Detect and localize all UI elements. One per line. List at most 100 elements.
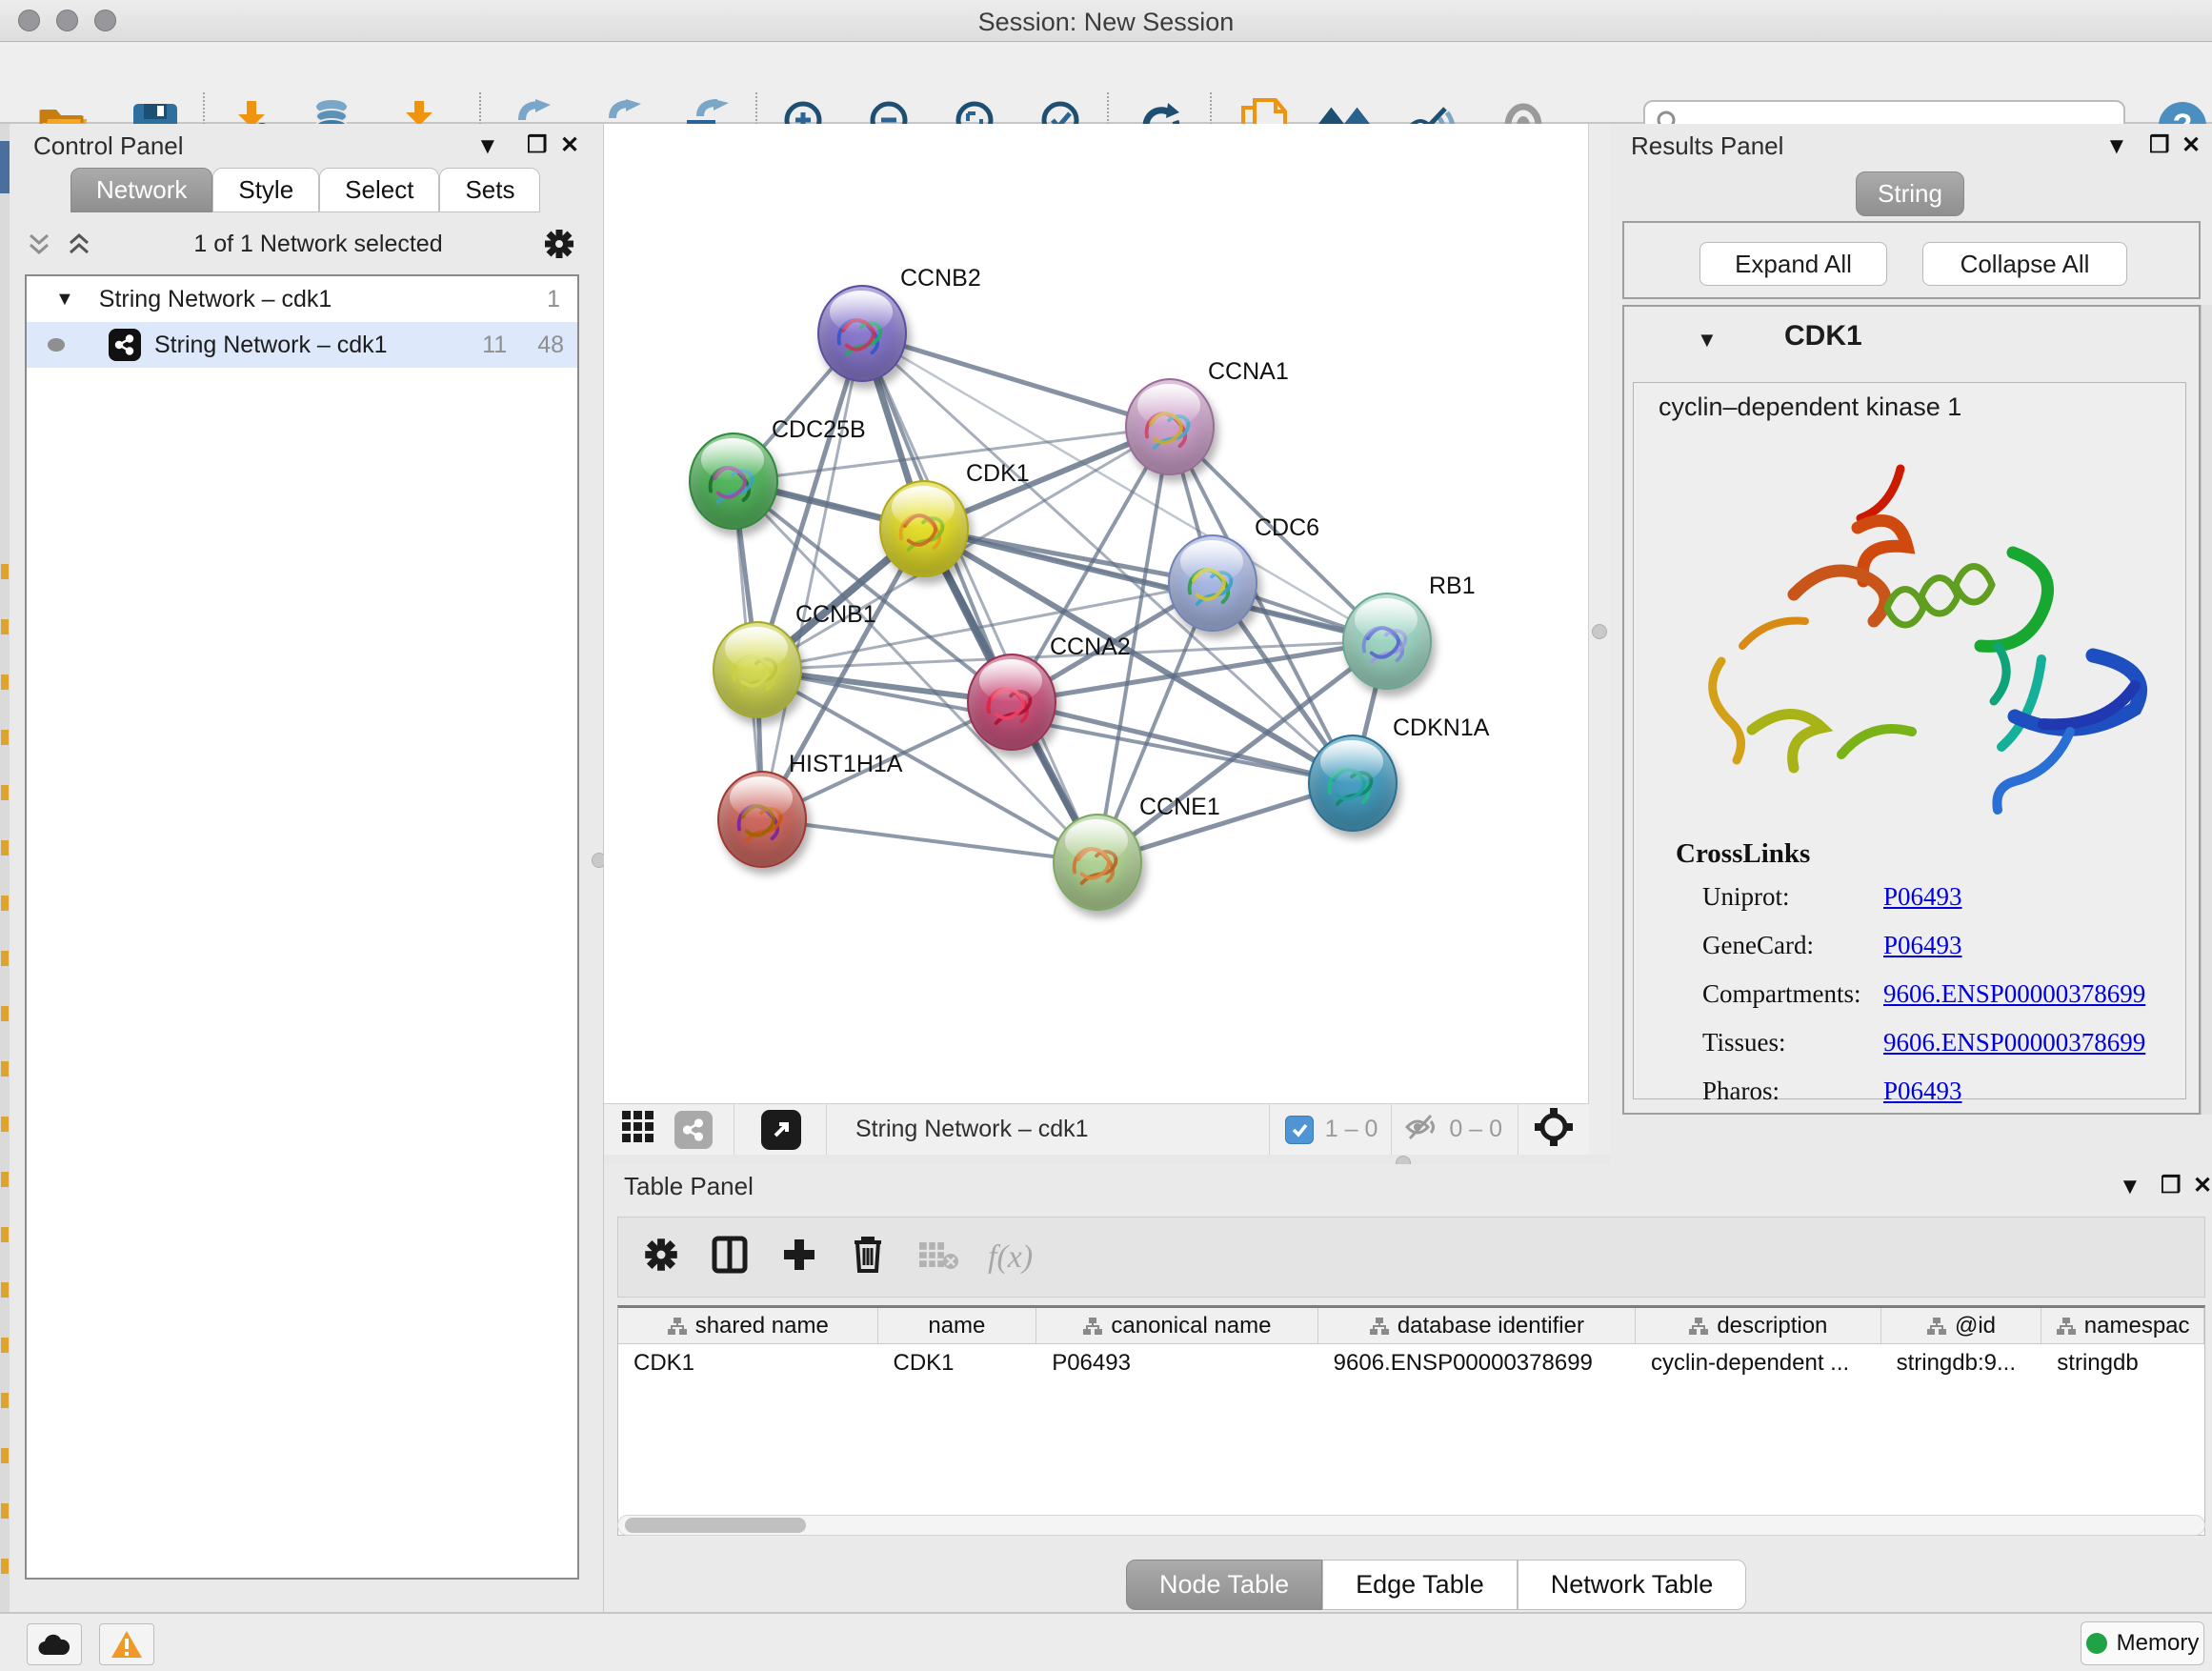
node-CCNA1[interactable]: [1125, 378, 1215, 475]
tab-edge-table[interactable]: Edge Table: [1322, 1560, 1518, 1610]
function-builder-button[interactable]: f(x): [988, 1239, 1033, 1276]
panel-float-button[interactable]: ▼: [2105, 133, 2128, 160]
scrollbar-thumb[interactable]: [625, 1518, 806, 1533]
node-CCNB2[interactable]: [817, 285, 907, 382]
birds-eye-view-button[interactable]: [621, 1110, 655, 1149]
crosslink-link[interactable]: P06493: [1883, 882, 1962, 912]
gene-expander-icon[interactable]: ▼: [1697, 328, 1718, 352]
node-gloss: [830, 291, 894, 333]
table-cell[interactable]: stringdb:9...: [1881, 1344, 2042, 1382]
collapse-all-icon[interactable]: [25, 230, 53, 258]
sliver-blue-item: [0, 141, 10, 193]
collapse-all-button[interactable]: Collapse All: [1922, 242, 2127, 286]
table-toolbar: f(x): [617, 1217, 2205, 1298]
table-cell[interactable]: cyclin-dependent ...: [1636, 1344, 1881, 1382]
hierarchy-icon: [2056, 1317, 2077, 1336]
table-panel-title: Table Panel: [624, 1172, 754, 1201]
table-cell[interactable]: P06493: [1036, 1344, 1317, 1382]
tab-node-table[interactable]: Node Table: [1126, 1560, 1322, 1610]
panel-maximize-button[interactable]: ❒: [2149, 131, 2170, 159]
node-CDC6[interactable]: [1168, 534, 1257, 632]
table-settings-button[interactable]: [643, 1237, 679, 1278]
memory-button[interactable]: Memory: [2081, 1621, 2204, 1665]
column-header-label: name: [928, 1313, 985, 1339]
results-scrollbar[interactable]: [2201, 305, 2212, 1115]
hidden-indicator[interactable]: [1405, 1113, 1439, 1146]
select-columns-button[interactable]: [712, 1236, 748, 1278]
crosslink-link[interactable]: 9606.ENSP00000378699: [1883, 979, 2145, 1009]
column-header-description[interactable]: description: [1636, 1308, 1881, 1343]
tab-network[interactable]: Network: [70, 168, 212, 212]
control-panel: Control Panel ▼ ❒ ✕ NetworkStyleSelectSe…: [10, 124, 604, 1612]
table-horizontal-scrollbar[interactable]: [617, 1515, 2205, 1536]
selected-indicator-checkbox[interactable]: [1285, 1116, 1314, 1144]
panel-float-button[interactable]: ▼: [2119, 1174, 2142, 1200]
node-CCNA2[interactable]: [967, 654, 1056, 751]
column-header-database-identifier[interactable]: database identifier: [1318, 1308, 1636, 1343]
column-header--id[interactable]: @id: [1881, 1308, 2042, 1343]
detach-view-button[interactable]: [761, 1110, 801, 1150]
network-view-canvas[interactable]: CCNB2CCNA1CDC25BCDK1CDC6RB1CCNB1CCNA2CDK…: [604, 124, 1589, 1103]
fit-selected-button[interactable]: [1534, 1107, 1574, 1152]
delete-table-button[interactable]: [917, 1238, 959, 1276]
sliver-dots: [1, 524, 9, 1610]
node-HIST1H1A[interactable]: [717, 771, 807, 868]
column-header-namespac[interactable]: namespac: [2041, 1308, 2204, 1343]
table-cell[interactable]: 9606.ENSP00000378699: [1318, 1344, 1636, 1382]
panel-maximize-button[interactable]: ❒: [527, 131, 548, 159]
crosslinks-heading: CrossLinks: [1676, 838, 1810, 870]
gear-icon[interactable]: [543, 228, 575, 260]
column-header-name[interactable]: name: [878, 1308, 1037, 1343]
hierarchy-icon: [1082, 1317, 1103, 1336]
node-label-CDC6: CDC6: [1255, 514, 1319, 542]
crosslink-link[interactable]: P06493: [1883, 1077, 1962, 1106]
panel-close-button[interactable]: ✕: [2193, 1172, 2212, 1199]
node-CCNB1[interactable]: [713, 621, 802, 718]
table-row[interactable]: CDK1CDK1P064939606.ENSP00000378699cyclin…: [618, 1344, 2204, 1382]
network-collection-row[interactable]: ▼ String Network – cdk1 1: [27, 276, 577, 322]
node-RB1[interactable]: [1342, 593, 1432, 690]
panel-maximize-button[interactable]: ❒: [2161, 1172, 2182, 1199]
crosshair-icon: [1534, 1107, 1574, 1147]
network-overview-toggle[interactable]: [674, 1111, 713, 1149]
tab-sets[interactable]: Sets: [439, 168, 540, 212]
expand-all-button[interactable]: Expand All: [1699, 242, 1887, 286]
add-column-button[interactable]: [780, 1236, 818, 1278]
warnings-button[interactable]: [99, 1623, 154, 1665]
tab-string[interactable]: String: [1856, 171, 1964, 216]
collection-count: 1: [547, 286, 560, 313]
node-table: shared name name canonical namedatabase id…: [617, 1305, 2205, 1536]
delete-column-button[interactable]: [851, 1235, 885, 1279]
crosslink-label: Tissues:: [1702, 1028, 1883, 1057]
table-cell[interactable]: stringdb: [2041, 1344, 2204, 1382]
node-CDK1[interactable]: [879, 480, 969, 577]
node-CDC25B[interactable]: [689, 433, 778, 530]
column-header-shared-name[interactable]: shared name: [618, 1308, 878, 1343]
tab-select[interactable]: Select: [319, 168, 439, 212]
table-cell[interactable]: CDK1: [878, 1344, 1037, 1382]
node-CDKN1A[interactable]: [1308, 735, 1398, 832]
cloud-status-button[interactable]: [27, 1623, 82, 1665]
crosslink-link[interactable]: 9606.ENSP00000378699: [1883, 1028, 2145, 1057]
node-gloss: [730, 776, 794, 819]
hierarchy-icon: [667, 1317, 688, 1336]
network-row-label: String Network – cdk1: [154, 332, 388, 359]
memory-label: Memory: [2117, 1630, 2200, 1657]
splitter-handle-right[interactable]: [1592, 624, 1607, 639]
panel-float-button[interactable]: ▼: [476, 133, 499, 160]
table-cell[interactable]: CDK1: [618, 1344, 878, 1382]
node-CCNE1[interactable]: [1053, 814, 1142, 911]
network-chip-icon: [109, 329, 141, 361]
expand-all-icon[interactable]: [65, 230, 93, 258]
tab-network-table[interactable]: Network Table: [1518, 1560, 1747, 1610]
crosslink-link[interactable]: P06493: [1883, 931, 1962, 960]
column-header-canonical-name[interactable]: canonical name: [1036, 1308, 1317, 1343]
panel-close-button[interactable]: ✕: [560, 131, 579, 159]
network-row-selected[interactable]: String Network – cdk1 11 48: [27, 322, 577, 368]
table-header-row: shared name name canonical namedatabase id…: [618, 1308, 2204, 1344]
tab-style[interactable]: Style: [212, 168, 319, 212]
panel-close-button[interactable]: ✕: [2182, 131, 2201, 159]
collection-expander-icon[interactable]: ▼: [55, 289, 74, 311]
node-label-CDC25B: CDC25B: [772, 416, 866, 444]
hierarchy-icon: [1926, 1317, 1947, 1336]
